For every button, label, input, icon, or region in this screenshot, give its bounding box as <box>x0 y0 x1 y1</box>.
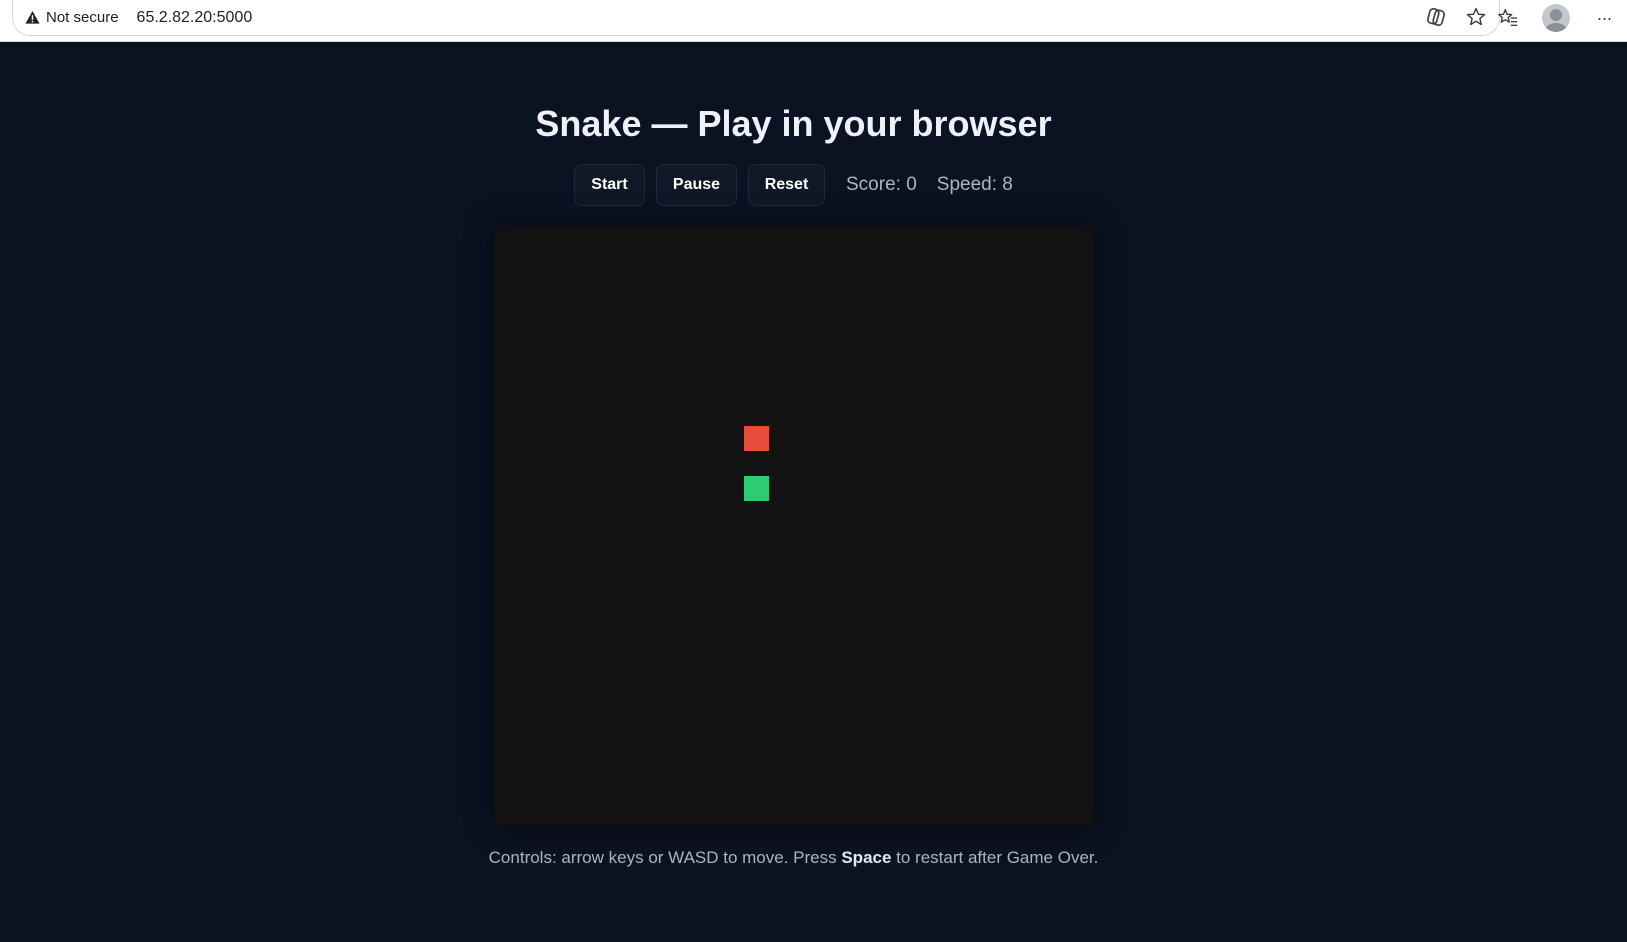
menu-dots-icon[interactable]: ··· <box>1589 3 1619 33</box>
help-suffix: to restart after Game Over. <box>891 848 1099 867</box>
reset-button[interactable]: Reset <box>748 164 825 206</box>
favorites-icon[interactable] <box>1493 3 1523 33</box>
profile-avatar[interactable] <box>1541 3 1571 33</box>
help-prefix: Controls: arrow keys or WASD to move. Pr… <box>488 848 842 867</box>
address-bar[interactable]: Not secure 65.2.82.20:5000 <box>12 0 1500 36</box>
food-cell <box>744 426 769 451</box>
star-icon[interactable] <box>1465 6 1487 28</box>
security-indicator[interactable]: Not secure <box>25 9 119 26</box>
security-label: Not secure <box>46 9 119 26</box>
page-title: Snake — Play in your browser <box>535 103 1052 144</box>
copilot-icon[interactable] <box>1425 6 1447 28</box>
warning-icon <box>25 10 40 24</box>
help-key: Space <box>841 848 892 867</box>
start-button[interactable]: Start <box>574 164 645 206</box>
score-display: Score: 0 <box>846 174 917 195</box>
game-board[interactable] <box>494 226 1094 826</box>
speed-display: Speed: 8 <box>936 174 1013 195</box>
pause-button[interactable]: Pause <box>656 164 737 206</box>
game-controls: Start Pause Reset Score: 0 Speed: 8 <box>574 164 1013 206</box>
controls-help-text: Controls: arrow keys or WASD to move. Pr… <box>0 848 1587 868</box>
avatar-icon <box>1542 4 1570 32</box>
browser-toolbar: Not secure 65.2.82.20:5000 ··· <box>0 0 1627 42</box>
url-text[interactable]: 65.2.82.20:5000 <box>137 9 253 27</box>
snake-head <box>744 476 769 501</box>
